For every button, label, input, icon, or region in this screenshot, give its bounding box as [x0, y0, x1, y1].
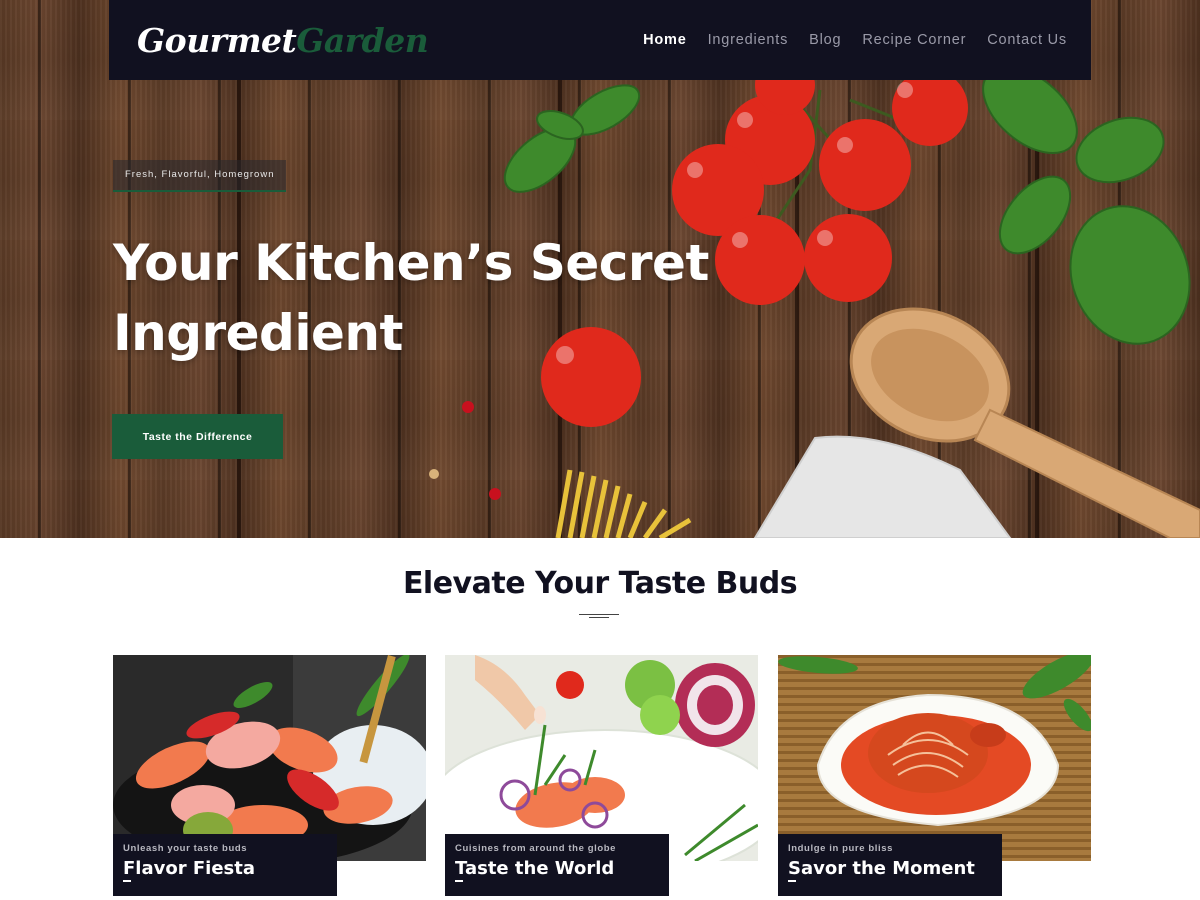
card-title[interactable]: Flavor Fiesta	[123, 858, 327, 879]
card-image-savor-the-moment[interactable]	[778, 655, 1091, 861]
card-dash	[788, 880, 796, 882]
nav-link-ingredients[interactable]: Ingredients	[708, 32, 789, 48]
section-divider	[579, 614, 619, 619]
card-label-flavor-fiesta: Unleash your taste buds Flavor Fiesta	[113, 834, 337, 896]
salad-image	[445, 655, 758, 861]
kimchi-image	[778, 655, 1091, 861]
hero-banner: GourmetGarden Home Ingredients Blog Reci…	[0, 0, 1200, 538]
hero-headline: Your Kitchen’s Secret Ingredient	[113, 228, 733, 368]
card-label-savor-the-moment: Indulge in pure bliss Savor the Moment	[778, 834, 1002, 896]
hero-headline-line2: Ingredient	[113, 304, 403, 362]
card-dash	[455, 880, 463, 882]
top-navbar: GourmetGarden Home Ingredients Blog Reci…	[109, 0, 1091, 80]
card-dash	[123, 880, 131, 882]
logo-text-part2: Garden	[296, 20, 429, 60]
logo-text-part1: Gourmet	[137, 20, 297, 60]
nav-link-recipe-corner[interactable]: Recipe Corner	[862, 32, 966, 48]
nav-link-contact-us[interactable]: Contact Us	[987, 32, 1067, 48]
card-subtitle: Indulge in pure bliss	[788, 843, 893, 854]
hero-headline-line1: Your Kitchen’s Secret	[113, 234, 709, 292]
main-nav: Home Ingredients Blog Recipe Corner Cont…	[643, 32, 1067, 48]
card-image-flavor-fiesta[interactable]	[113, 655, 426, 861]
site-logo[interactable]: GourmetGarden	[137, 20, 429, 60]
section-title: Elevate Your Taste Buds	[402, 566, 798, 601]
card-title[interactable]: Savor the Moment	[788, 858, 992, 879]
nav-link-home[interactable]: Home	[643, 32, 687, 48]
card-subtitle: Unleash your taste buds	[123, 843, 248, 854]
sashimi-image	[113, 655, 426, 861]
card-image-taste-the-world[interactable]	[445, 655, 758, 861]
card-title[interactable]: Taste the World	[455, 858, 659, 879]
taste-the-difference-button[interactable]: Taste the Difference	[112, 414, 283, 459]
nav-link-blog[interactable]: Blog	[809, 32, 841, 48]
card-subtitle: Cuisines from around the globe	[455, 843, 617, 854]
hero-tagline: Fresh, Flavorful, Homegrown	[113, 160, 287, 192]
card-label-taste-the-world: Cuisines from around the globe Taste the…	[445, 834, 669, 896]
